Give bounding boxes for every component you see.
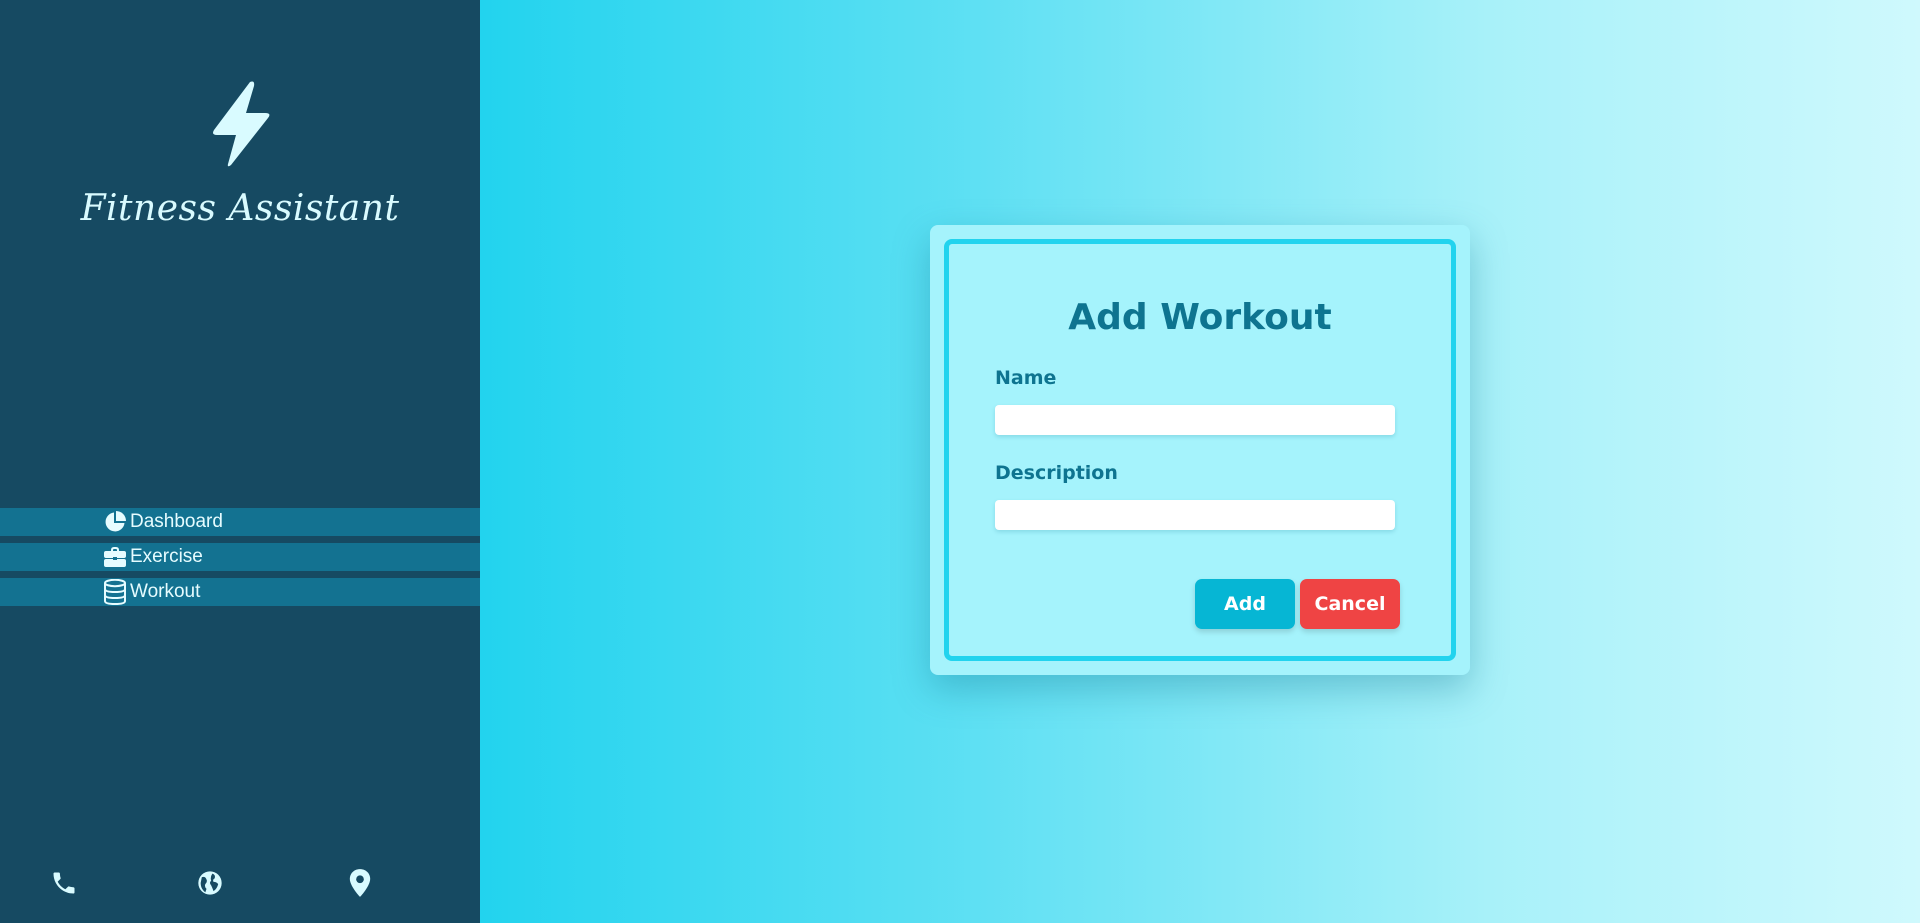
- globe-icon[interactable]: [194, 867, 226, 899]
- dialog-title: Add Workout: [1068, 297, 1332, 338]
- app-root: Fitness Assistant Dashboard Exercise Wor…: [0, 0, 1920, 923]
- sidebar-nav: Dashboard Exercise Workout: [0, 508, 480, 613]
- sidebar-item-exercise[interactable]: Exercise: [0, 543, 480, 571]
- description-input[interactable]: [995, 500, 1395, 530]
- sidebar-footer: [0, 867, 480, 899]
- phone-icon[interactable]: [48, 867, 80, 899]
- dialog-frame: Add Workout Name Description Add Cancel: [944, 239, 1456, 661]
- name-input[interactable]: [995, 405, 1395, 435]
- pie-chart-icon: [102, 509, 128, 535]
- sidebar-item-label: Dashboard: [130, 511, 223, 532]
- app-title: Fitness Assistant: [80, 188, 400, 229]
- briefcase-icon: [102, 544, 128, 570]
- add-workout-dialog: Add Workout Name Description Add Cancel: [930, 225, 1470, 675]
- sidebar-item-dashboard[interactable]: Dashboard: [0, 508, 480, 536]
- sidebar-item-label: Workout: [130, 581, 201, 602]
- description-label: Description: [995, 462, 1118, 484]
- database-icon: [102, 579, 128, 605]
- add-button[interactable]: Add: [1195, 579, 1295, 629]
- sidebar-item-workout[interactable]: Workout: [0, 578, 480, 606]
- main-content: Add Workout Name Description Add Cancel: [480, 0, 1920, 923]
- cancel-button[interactable]: Cancel: [1300, 579, 1400, 629]
- bolt-icon: [202, 80, 278, 168]
- sidebar: Fitness Assistant Dashboard Exercise Wor…: [0, 0, 480, 923]
- location-pin-icon[interactable]: [344, 867, 376, 899]
- name-label: Name: [995, 367, 1057, 389]
- sidebar-item-label: Exercise: [130, 546, 203, 567]
